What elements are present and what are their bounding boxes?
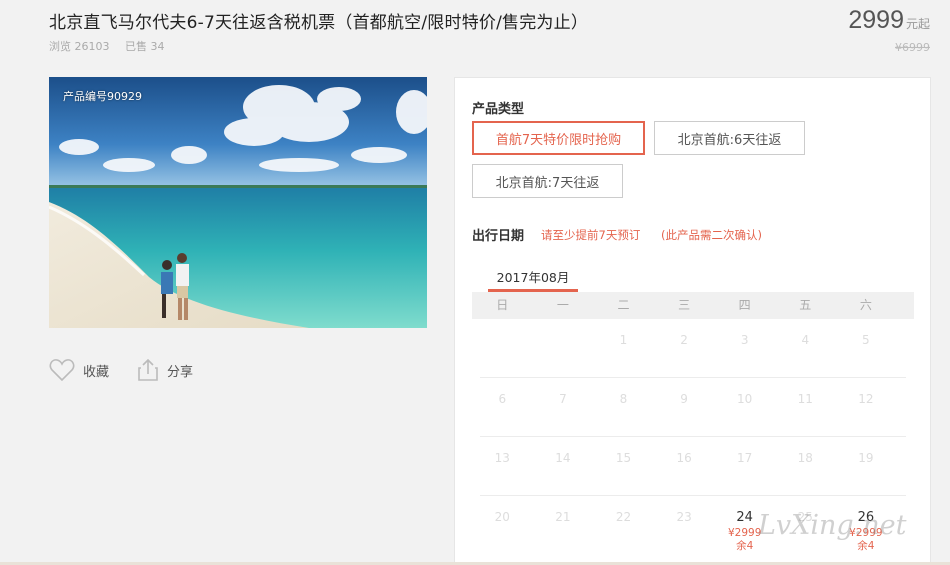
weekday: 五: [799, 298, 812, 312]
calendar-day: 1: [619, 333, 628, 347]
option-special-7day[interactable]: 首航7天特价限时抢购: [472, 121, 645, 155]
calendar-day: 22: [615, 510, 632, 524]
calendar-day: 20: [494, 510, 510, 524]
actions-bar: 收藏 分享: [49, 358, 221, 382]
weekday: 日: [496, 298, 509, 312]
product-title: 北京直飞马尔代夫6-7天往返含税机票（首都航空/限时特价/售完为止）: [49, 13, 589, 33]
calendar-weekdays: 日 一 二 三 四 五 六: [472, 292, 914, 319]
product-type-label: 产品类型: [472, 102, 525, 117]
favorite-label: 收藏: [83, 364, 110, 380]
calendar-day: 4: [801, 333, 810, 347]
calendar-day: 9: [680, 392, 688, 406]
option-beijing-6day[interactable]: 北京首航:6天往返: [654, 121, 805, 155]
weekday: 三: [678, 298, 691, 312]
calendar-day: 18: [797, 451, 813, 465]
calendar-day: 10: [737, 392, 753, 406]
booking-panel: 产品类型 首航7天特价限时抢购 北京首航:6天往返 北京首航:7天往返 出行日期…: [454, 77, 931, 565]
view-count: 浏览 26103: [49, 40, 110, 53]
product-code: 产品编号90929: [63, 90, 142, 103]
calendar-day: 21: [555, 510, 571, 524]
calendar-day: [533, 319, 594, 378]
calendar-day: 15: [615, 451, 632, 465]
calendar-day: 11: [797, 392, 813, 406]
product-stats: 浏览 26103 已售 34: [49, 38, 177, 54]
calendar-day: 2: [680, 333, 688, 347]
calendar-day: 6: [498, 392, 507, 406]
favorite-button[interactable]: 收藏: [49, 358, 109, 382]
day-remaining: 余4: [736, 540, 754, 552]
product-photo: 产品编号90929: [49, 77, 427, 328]
confirmation-hint: (此产品需二次确认): [661, 228, 762, 242]
calendar-day: 12: [858, 392, 874, 406]
calendar-week: 1 2 3 4 5: [472, 319, 914, 378]
month-tab[interactable]: 2017年08月: [488, 267, 578, 286]
option-beijing-7day[interactable]: 北京首航:7天往返: [472, 164, 623, 198]
calendar-day: 14: [555, 451, 571, 465]
calendar-day: 3: [740, 333, 749, 347]
calendar-day: 23: [676, 510, 692, 524]
share-button[interactable]: 分享: [137, 358, 193, 382]
calendar-day: 19: [858, 451, 874, 465]
calendar-day: 8: [619, 392, 628, 406]
price-unit: 元起: [905, 17, 930, 31]
weekday: 六: [859, 298, 872, 312]
calendar-day: [472, 319, 533, 378]
calendar-day: 17: [737, 451, 753, 465]
calendar-day: 7: [559, 392, 567, 406]
calendar-day: 13: [494, 451, 510, 465]
day-number: 24: [736, 510, 753, 525]
heart-icon: [49, 359, 75, 382]
share-label: 分享: [167, 364, 194, 380]
weekday: 二: [617, 298, 630, 312]
calendar-week: 6 7 8 9 10 11 12: [472, 378, 914, 437]
current-price: 2999: [848, 6, 904, 34]
travel-date-label: 出行日期: [472, 229, 525, 244]
watermark: LvXing.net: [758, 510, 907, 541]
calendar-day: 16: [676, 451, 692, 465]
share-icon: [138, 358, 158, 381]
calendar-day: 5: [862, 333, 870, 347]
weekday: 一: [556, 298, 569, 312]
original-price: ¥6999: [895, 41, 930, 54]
price-box: 2999 元起 ¥6999: [848, 6, 930, 54]
calendar-week: 13 14 15 16 17 18 19: [472, 437, 914, 496]
day-remaining: 余4: [857, 540, 875, 552]
weekday: 四: [738, 298, 751, 312]
sold-count: 已售 34: [125, 40, 165, 53]
advance-booking-hint: 请至少提前7天预订: [541, 228, 641, 242]
